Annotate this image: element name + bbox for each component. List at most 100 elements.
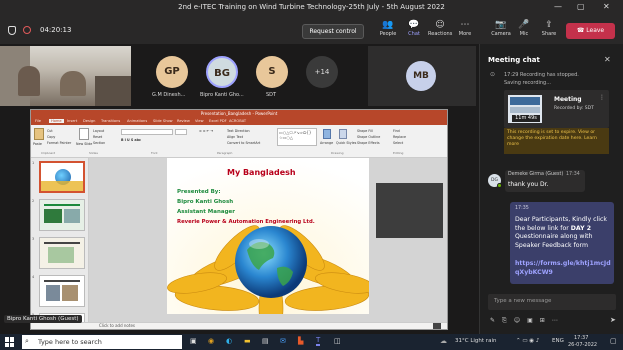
- recording-by: Recorded by: SDT: [554, 106, 594, 111]
- share-icon: ⇪: [545, 20, 553, 30]
- notes-placeholder[interactable]: Click to add notes: [99, 323, 135, 328]
- video-overlay-block: [376, 183, 443, 238]
- paste-icon[interactable]: [34, 128, 44, 140]
- chat-button[interactable]: 💬 Chat: [402, 20, 426, 37]
- recording-stopped-icon: ⊙: [490, 71, 496, 78]
- font-name-select[interactable]: [121, 129, 173, 135]
- reset-button[interactable]: Reset: [93, 135, 102, 139]
- feedback-form-link[interactable]: https://forms.gle/khtj1mcJdqXybKCW9: [515, 260, 611, 277]
- outlook-icon[interactable]: ◫: [334, 337, 341, 345]
- msg-text: thank you Dr.: [508, 181, 549, 188]
- meeting-chat-panel: Meeting chat ✕ ⊙ 17:29 Recording has sto…: [479, 44, 623, 334]
- select-button[interactable]: Select: [393, 141, 403, 145]
- request-control-button[interactable]: Request control: [302, 24, 364, 39]
- clock-time[interactable]: 17:37: [574, 335, 588, 341]
- notification-icon[interactable]: ▢: [610, 337, 617, 345]
- restore-button[interactable]: ▢: [577, 2, 585, 11]
- cut-button[interactable]: Cut: [47, 129, 53, 133]
- video-tile-mb[interactable]: MB: [368, 46, 476, 106]
- weather-text[interactable]: 31°C Light rain: [455, 338, 496, 344]
- format-painter-button[interactable]: Format Painter: [47, 141, 71, 145]
- ppt-tab[interactable]: Insert: [67, 119, 77, 123]
- ppt-tab[interactable]: View: [195, 119, 204, 123]
- compose-toolbar[interactable]: ✎⎘☺▣⊞⋯: [490, 317, 565, 325]
- arrange-button[interactable]: Arrange: [320, 141, 333, 145]
- more-button[interactable]: ⋯ More: [453, 20, 477, 37]
- video-tile-room[interactable]: [0, 46, 131, 106]
- paste-label[interactable]: Paste: [33, 142, 42, 146]
- slide-thumb-1[interactable]: [39, 161, 85, 193]
- shape-outline-button[interactable]: Shape Outline: [357, 135, 380, 139]
- avatar-bg[interactable]: BG: [206, 56, 238, 88]
- message-input[interactable]: Type a new message: [488, 294, 616, 310]
- people-button[interactable]: 👥 People: [376, 20, 400, 37]
- paragraph-buttons[interactable]: ≡ ≡ ⇤ ⇥: [199, 129, 213, 133]
- overflow-participants[interactable]: +14: [306, 56, 338, 88]
- share-button[interactable]: ⇪ Share: [537, 20, 561, 37]
- recording-card[interactable]: 11m 49s Meeting Recorded by: SDT ⋮: [504, 90, 609, 128]
- windows-start-icon[interactable]: [5, 337, 15, 347]
- ppt-tab[interactable]: Transitions: [101, 119, 120, 123]
- quick-styles-icon[interactable]: [339, 129, 347, 139]
- file-explorer-icon[interactable]: ▬: [244, 337, 251, 345]
- tray-icons[interactable]: ⌃ ▭ ◉ ♪: [516, 338, 539, 344]
- slide-thumb-4[interactable]: [39, 275, 85, 307]
- ppt-tab[interactable]: Slide Show: [153, 119, 173, 123]
- ppt-tab[interactable]: Animations: [127, 119, 147, 123]
- shapes-gallery[interactable]: ▭○△⬠↗↘⇨⬭{}☆▭○△: [277, 128, 317, 146]
- edge-icon[interactable]: ◐: [226, 337, 232, 345]
- replace-button[interactable]: Replace: [393, 135, 406, 139]
- powerpoint-taskbar-icon[interactable]: ▙: [298, 337, 303, 345]
- avatar-gp[interactable]: GP: [156, 56, 188, 88]
- clock-date[interactable]: 26-07-2022: [568, 342, 597, 348]
- leave-button[interactable]: ☎ Leave: [566, 23, 615, 39]
- new-slide-icon[interactable]: [79, 128, 89, 140]
- ppt-tab-home[interactable]: Home: [49, 119, 64, 123]
- align-text-button[interactable]: Align Text: [227, 135, 243, 139]
- ppt-ribbon: Paste Cut Copy Format Painter New Slide …: [31, 125, 447, 158]
- reactions-button[interactable]: ☺ Reactions: [428, 20, 452, 37]
- slide-thumb-3[interactable]: [39, 237, 85, 269]
- ppt-tab[interactable]: Review: [177, 119, 190, 123]
- task-view-icon[interactable]: ▣: [190, 337, 197, 345]
- arrange-icon[interactable]: [323, 129, 331, 139]
- mic-button[interactable]: 🎤 Mic: [512, 20, 536, 37]
- close-window-button[interactable]: ✕: [603, 2, 610, 11]
- mail-icon[interactable]: ✉: [280, 337, 286, 345]
- ppt-tab[interactable]: File: [35, 119, 41, 123]
- font-format-buttons[interactable]: B I U S abc: [121, 138, 141, 142]
- ppt-tab[interactable]: ACROBAT: [229, 119, 246, 123]
- slide-presenter-name: Bipro Kanti Ghosh: [177, 199, 234, 205]
- meeting-timer: 04:20:13: [40, 26, 72, 34]
- language-indicator[interactable]: ENG: [552, 338, 564, 344]
- slide-thumb-2[interactable]: [39, 199, 85, 231]
- new-slide-button[interactable]: New Slide: [76, 142, 92, 146]
- convert-smartart-button[interactable]: Convert to SmartArt: [227, 141, 260, 145]
- windows-taskbar: ⌕ Type here to search ▣ ◉ ◐ ▬ ▤ ✉ ▙ T ◫ …: [0, 334, 623, 350]
- ppt-tab[interactable]: Excel PDF: [209, 119, 227, 123]
- current-slide[interactable]: My Bangladesh Presented By: Bipro Kanti …: [167, 158, 369, 314]
- quick-styles-button[interactable]: Quick Styles: [336, 141, 356, 145]
- shape-fill-button[interactable]: Shape Fill: [357, 129, 373, 133]
- find-button[interactable]: Find: [393, 129, 400, 133]
- camera-button[interactable]: 📷 Camera: [489, 20, 513, 37]
- store-icon[interactable]: ▤: [262, 337, 269, 345]
- text-direction-button[interactable]: Text Direction: [227, 129, 250, 133]
- ppt-tab[interactable]: Design: [83, 119, 95, 123]
- recording-expire-notice[interactable]: This recording is set to expire. View or…: [504, 128, 609, 154]
- close-chat-icon[interactable]: ✕: [604, 55, 611, 64]
- copy-button[interactable]: Copy: [47, 135, 55, 139]
- chrome-icon[interactable]: ◉: [208, 337, 214, 345]
- layout-button[interactable]: Layout: [93, 129, 104, 133]
- font-size-select[interactable]: [175, 129, 187, 135]
- shape-effects-button[interactable]: Shape Effects: [357, 141, 380, 145]
- minimize-button[interactable]: —: [554, 2, 562, 11]
- more-options-icon[interactable]: ⋮: [599, 94, 605, 101]
- teams-taskbar-icon[interactable]: T: [316, 336, 321, 346]
- fit-slide-icon[interactable]: [433, 323, 441, 329]
- avatar-s[interactable]: S: [256, 56, 288, 88]
- section-button[interactable]: Section: [93, 141, 105, 145]
- group-label: Drawing: [331, 151, 344, 155]
- send-icon[interactable]: ➤: [610, 316, 616, 324]
- taskbar-search[interactable]: ⌕ Type here to search: [22, 335, 182, 349]
